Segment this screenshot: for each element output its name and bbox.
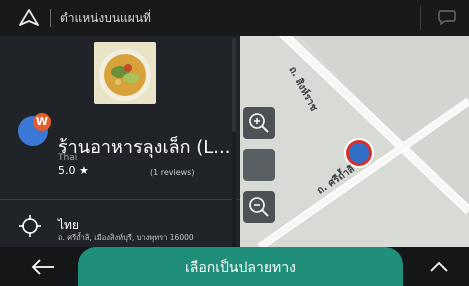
chevron-up-icon[interactable]: [427, 259, 451, 275]
place-name: ร้านอาหารลุงเล็ก (L...: [58, 137, 231, 158]
bottom-bar: เลือกเป็นปลายทาง: [0, 247, 469, 286]
divider: [0, 199, 240, 200]
chat-bubble-icon[interactable]: [438, 9, 456, 25]
divider: [420, 6, 421, 30]
divider: [50, 9, 51, 27]
avatar-badge: W: [33, 113, 51, 131]
crosshair-icon: [19, 215, 41, 237]
navigation-arrow-icon[interactable]: [18, 8, 40, 28]
zoom-out-button[interactable]: [243, 191, 275, 223]
zoom-in-button[interactable]: [243, 107, 275, 139]
zoom-out-icon: [249, 197, 269, 217]
review-count[interactable]: (1 reviews): [150, 168, 195, 177]
back-arrow-icon[interactable]: [30, 257, 56, 277]
set-destination-button[interactable]: เลือกเป็นปลายทาง: [78, 247, 403, 286]
page-title: ตำแหน่งบนแผนที่: [60, 11, 151, 25]
location-address: ถ. ศรีถ้ำลิ, เมืองสิงห์บุรี, บางพุทรา 16…: [58, 233, 194, 242]
rating: 5.0 ★: [58, 164, 89, 177]
zoom-in-icon: [249, 113, 269, 133]
place-photo[interactable]: [94, 42, 156, 104]
scrollbar-thumb[interactable]: [232, 38, 236, 132]
map-layer-button[interactable]: [243, 149, 275, 181]
place-detail-panel: W ร้านอาหารลุงเล็ก (L... Thai 5.0 ★ (1 r…: [0, 36, 240, 247]
set-destination-label: เลือกเป็นปลายทาง: [185, 260, 296, 276]
place-category: Thai: [58, 153, 78, 163]
top-bar: ตำแหน่งบนแผนที่: [0, 0, 469, 36]
